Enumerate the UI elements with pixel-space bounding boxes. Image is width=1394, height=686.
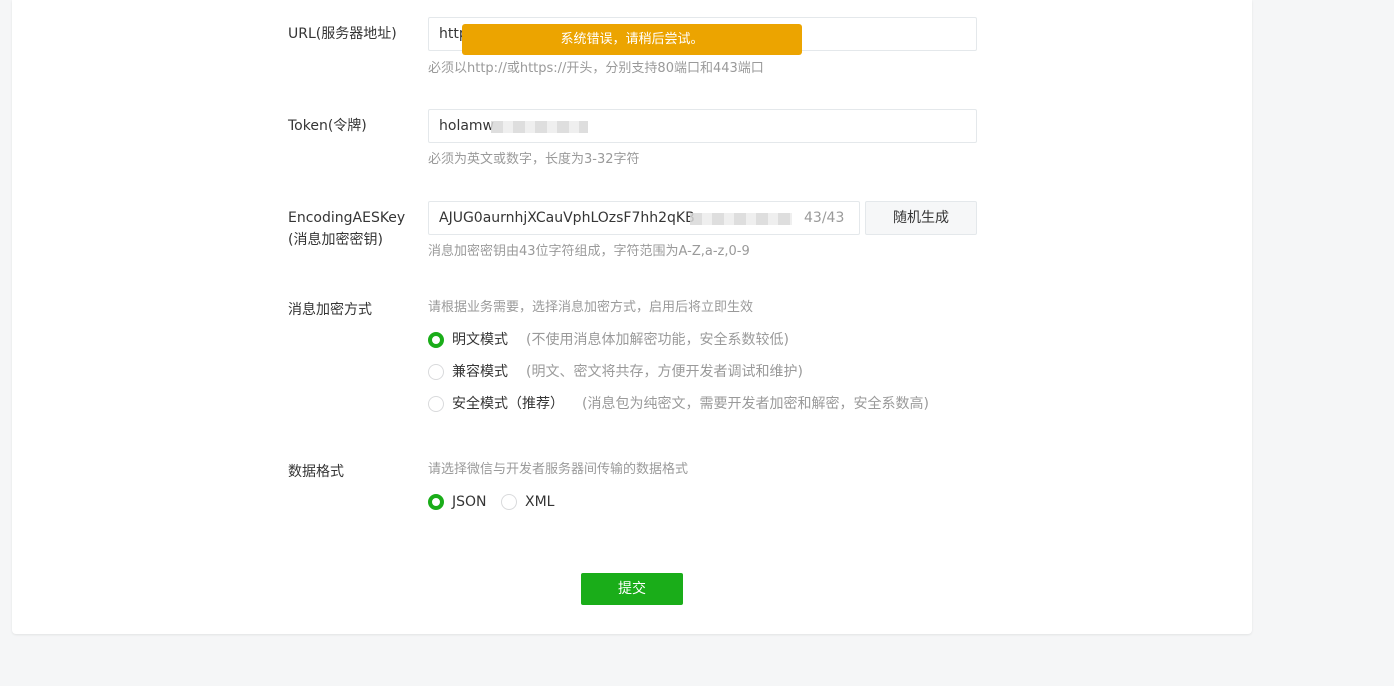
radio-desc: (不使用消息体加解密功能，安全系数较低) — [526, 332, 789, 348]
token-redaction-mask — [491, 121, 588, 133]
radio-label: XML — [525, 494, 555, 510]
radio-label: 兼容模式 — [452, 364, 508, 380]
radio-unchecked-icon[interactable] — [428, 364, 444, 380]
aes-key-input[interactable]: AJUG0aurnhjXCauVphLOzsF7hh2qKB — [428, 201, 860, 235]
aes-label-line2: (消息加密密钥) — [288, 232, 383, 248]
token-input-value: holamw — [439, 118, 494, 134]
radio-unchecked-icon[interactable] — [501, 494, 517, 510]
token-tip: 必须为英文或数字，长度为3-32字符 — [428, 152, 640, 167]
radio-json[interactable]: JSON — [428, 492, 487, 512]
radio-plaintext-mode[interactable]: 明文模式 (不使用消息体加解密功能，安全系数较低) — [428, 330, 789, 350]
radio-label: JSON — [452, 494, 487, 510]
error-toast: 系统错误，请稍后尝试。 — [462, 24, 802, 55]
data-format-tip: 请选择微信与开发者服务器间传输的数据格式 — [428, 462, 689, 477]
aes-key-value: AJUG0aurnhjXCauVphLOzsF7hh2qKB — [439, 210, 695, 226]
url-tip: 必须以http://或https://开头，分别支持80端口和443端口 — [428, 61, 764, 76]
radio-desc: (消息包为纯密文，需要开发者加密和解密，安全系数高) — [582, 396, 929, 412]
data-format-label: 数据格式 — [288, 464, 344, 480]
radio-checked-icon[interactable] — [428, 332, 444, 348]
aes-tip: 消息加密密钥由43位字符组成，字符范围为A-Z,a-z,0-9 — [428, 244, 750, 259]
random-generate-button[interactable]: 随机生成 — [865, 201, 977, 235]
aes-label: EncodingAESKey (消息加密密钥) — [288, 207, 405, 251]
radio-xml[interactable]: XML — [501, 492, 554, 512]
token-label: Token(令牌) — [288, 118, 367, 134]
radio-unchecked-icon[interactable] — [428, 396, 444, 412]
radio-compatible-mode[interactable]: 兼容模式 (明文、密文将共存，方便开发者调试和维护) — [428, 362, 803, 382]
aes-redaction-mask — [690, 213, 792, 225]
encrypt-mode-label: 消息加密方式 — [288, 302, 372, 318]
radio-label: 明文模式 — [452, 332, 508, 348]
radio-label: 安全模式（推荐） — [452, 396, 564, 412]
encrypt-mode-tip: 请根据业务需要，选择消息加密方式，启用后将立即生效 — [428, 300, 754, 315]
radio-secure-mode[interactable]: 安全模式（推荐） (消息包为纯密文，需要开发者加密和解密，安全系数高) — [428, 394, 929, 414]
aes-label-line1: EncodingAESKey — [288, 210, 406, 226]
radio-checked-icon[interactable] — [428, 494, 444, 510]
aes-char-counter: 43/43 — [804, 210, 845, 226]
radio-desc: (明文、密文将共存，方便开发者调试和维护) — [526, 364, 803, 380]
submit-button[interactable]: 提交 — [581, 573, 683, 605]
url-label: URL(服务器地址) — [288, 26, 397, 42]
